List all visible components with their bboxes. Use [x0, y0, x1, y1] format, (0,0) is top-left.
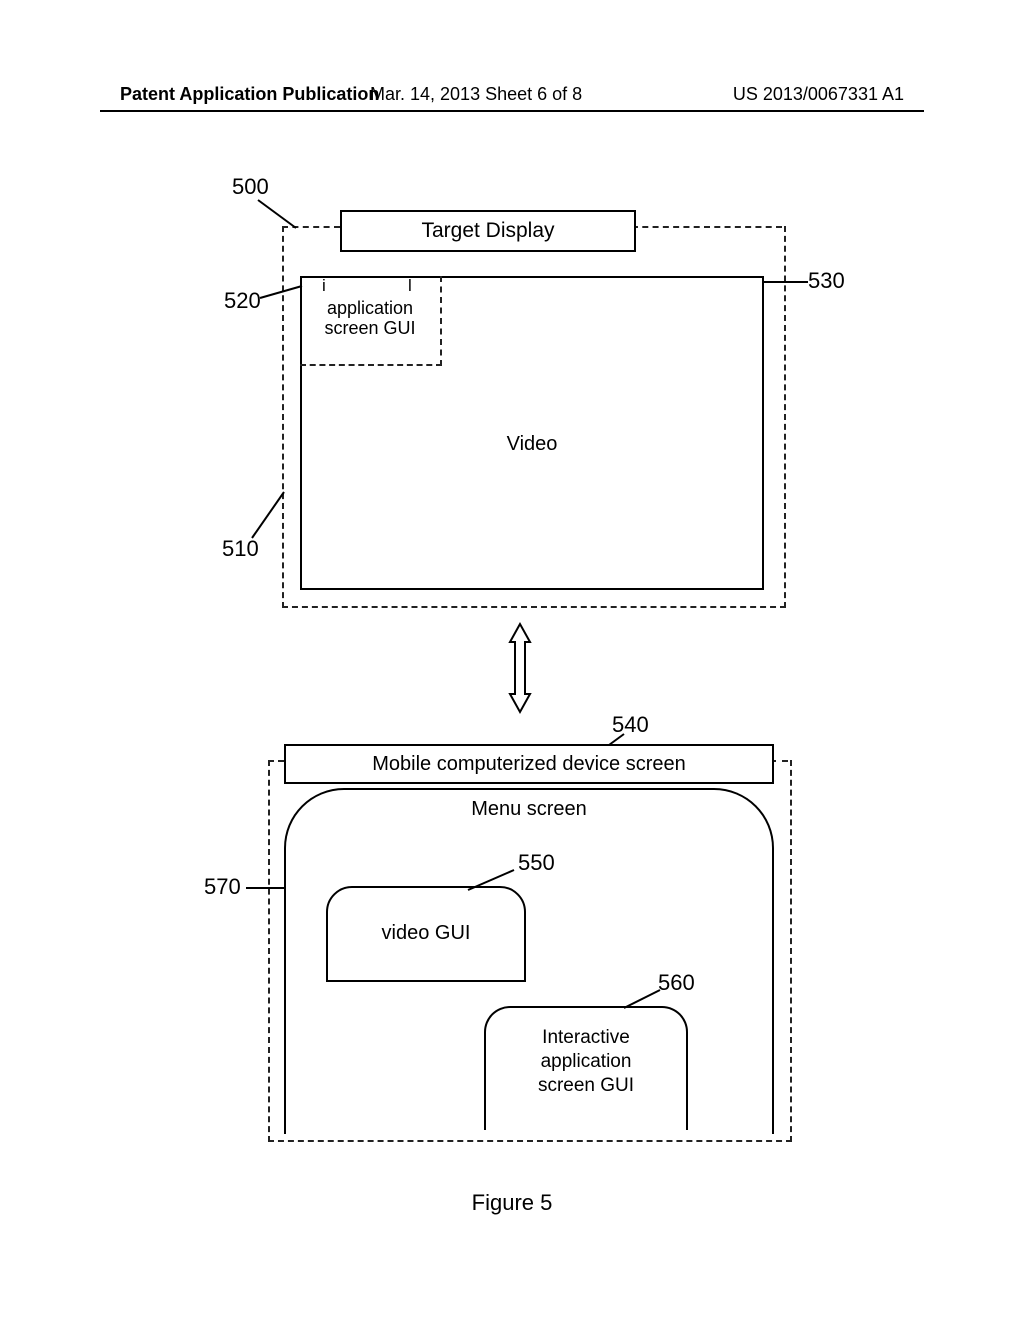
ref-550-leader — [462, 866, 522, 896]
ref-520: 520 — [224, 288, 261, 314]
interactive-gui-box: Interactive application screen GUI — [484, 1006, 688, 1130]
ref-520-leader — [258, 284, 308, 314]
target-display-title-box: Target Display — [340, 210, 636, 252]
ref-530-leader — [756, 278, 816, 298]
app-gui-box: application screen GUI i l — [300, 276, 442, 366]
video-gui-box: video GUI — [326, 886, 526, 982]
figure-caption: Figure 5 — [0, 1190, 1024, 1216]
figure-stage: Target Display Video application screen … — [0, 0, 1024, 1320]
interactive-gui-label: Interactive application screen GUI — [486, 1026, 686, 1098]
menu-screen-label: Menu screen — [286, 798, 772, 821]
ref-510-leader — [248, 488, 298, 546]
mobile-top-left-dash — [268, 760, 284, 762]
ref-570: 570 — [204, 874, 241, 900]
target-display-top-right-dash — [632, 226, 782, 228]
target-display-title: Target Display — [421, 219, 554, 242]
bidirectional-arrow-icon — [500, 618, 540, 718]
mobile-title: Mobile computerized device screen — [372, 753, 686, 775]
app-gui-mark-i: i — [322, 276, 326, 296]
app-gui-mark-l: l — [408, 276, 412, 296]
app-gui-label: application screen GUI — [300, 298, 440, 338]
mobile-title-box: Mobile computerized device screen — [284, 744, 774, 784]
video-label: Video — [302, 433, 762, 456]
ref-500-leader — [248, 196, 308, 236]
video-gui-label: video GUI — [328, 922, 524, 945]
ref-550: 550 — [518, 850, 555, 876]
ref-560-leader — [620, 988, 666, 1014]
ref-570-leader — [242, 878, 292, 898]
